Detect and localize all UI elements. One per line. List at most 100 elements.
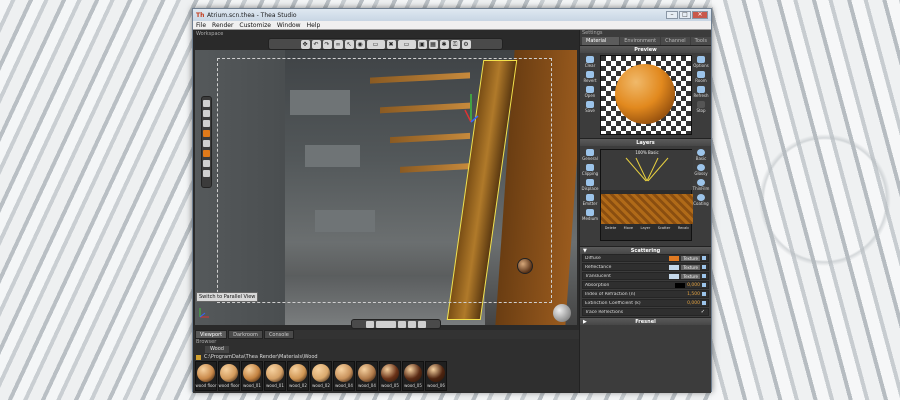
- tab-environment[interactable]: Environment: [620, 37, 661, 45]
- scattering-row[interactable]: Trace Reflections ✓: [582, 308, 709, 316]
- settings-icon[interactable]: ⚙: [461, 39, 471, 49]
- material-thumbnail[interactable]: wood floor: [218, 361, 240, 391]
- scattering-row[interactable]: Absorption 0,000: [582, 281, 709, 289]
- delete-icon[interactable]: ✖: [386, 39, 396, 49]
- transform-gizmo-icon[interactable]: [463, 90, 479, 126]
- render-selector[interactable]: ▭: [397, 39, 416, 49]
- open-button[interactable]: Open: [585, 86, 595, 99]
- menu-file[interactable]: File: [196, 22, 206, 29]
- menu-help[interactable]: Help: [307, 22, 321, 29]
- tab-console[interactable]: Console: [263, 330, 294, 339]
- paint-icon[interactable]: ◉: [355, 39, 365, 49]
- tool-render-icon[interactable]: [203, 150, 210, 157]
- thinfilm-button[interactable]: ThinFilm: [693, 179, 709, 192]
- tool-play-icon[interactable]: [203, 120, 210, 127]
- material-thumbnail[interactable]: wood_05: [379, 361, 401, 391]
- material-thumbnail[interactable]: wood_01: [241, 361, 263, 391]
- color-swatch[interactable]: [675, 282, 686, 288]
- menu-render[interactable]: Render: [212, 22, 233, 29]
- move-icon[interactable]: ✥: [300, 39, 310, 49]
- info-icon[interactable]: [408, 320, 416, 328]
- region-icon[interactable]: [366, 320, 374, 328]
- browser-tab-wood[interactable]: Wood: [205, 346, 229, 353]
- clear-button[interactable]: Clear: [585, 56, 595, 69]
- menu-customize[interactable]: Customize: [239, 22, 271, 29]
- navigation-sphere-icon[interactable]: [553, 304, 571, 322]
- value-field[interactable]: 0,000: [687, 283, 700, 288]
- fresnel-header[interactable]: ▶ Fresnel: [580, 317, 711, 325]
- material-thumbnail[interactable]: wood_04: [333, 361, 355, 391]
- save-button[interactable]: Save: [585, 101, 595, 114]
- material-thumbnail[interactable]: wood_02: [310, 361, 332, 391]
- material-thumbnail[interactable]: wood_05: [402, 361, 424, 391]
- minimize-button[interactable]: –: [666, 11, 678, 19]
- tool-select-icon[interactable]: [203, 100, 210, 107]
- value-field[interactable]: 0,000: [687, 301, 700, 306]
- clipping-button[interactable]: Clipping: [582, 164, 598, 177]
- link-icon[interactable]: ∞: [333, 39, 343, 49]
- refresh-button[interactable]: Refresh: [693, 86, 709, 99]
- camera-icon[interactable]: ▣: [417, 39, 427, 49]
- coating-button[interactable]: Coating: [693, 194, 709, 207]
- recalc-button[interactable]: Recalc: [678, 226, 689, 230]
- texture-map-icon[interactable]: [702, 292, 706, 296]
- color-swatch[interactable]: [669, 255, 680, 261]
- glossy-button[interactable]: Glossy: [694, 164, 708, 177]
- undo-icon[interactable]: ↶: [311, 39, 321, 49]
- scattering-row[interactable]: Extinction Coefficient (k) 0,000: [582, 299, 709, 307]
- medium-button[interactable]: Medium: [582, 209, 598, 222]
- render-mode-toggle[interactable]: [376, 320, 396, 328]
- scatter-button[interactable]: Scatter: [658, 226, 671, 230]
- options-button[interactable]: Options: [693, 56, 709, 69]
- texture-button[interactable]: Texture: [681, 264, 700, 270]
- menu-window[interactable]: Window: [277, 22, 301, 29]
- light-icon[interactable]: ✱: [439, 39, 449, 49]
- color-swatch[interactable]: [669, 273, 680, 279]
- color-swatch[interactable]: [669, 264, 680, 270]
- material-thumbnail[interactable]: wood_06: [425, 361, 447, 391]
- texture-map-icon[interactable]: [702, 265, 706, 269]
- scattering-row[interactable]: Reflectance Texture: [582, 263, 709, 271]
- tool-refresh-icon[interactable]: [203, 170, 210, 177]
- layer-stack[interactable]: 100% Basic Delete Move Layer Scatter Rec…: [600, 149, 693, 241]
- checkbox[interactable]: ✓: [701, 309, 705, 315]
- texture-map-icon[interactable]: [702, 301, 706, 305]
- layers-header[interactable]: Layers: [580, 138, 711, 146]
- material-thumbnail[interactable]: wood_01: [264, 361, 286, 391]
- preview-header[interactable]: Preview: [580, 45, 711, 53]
- texture-map-icon[interactable]: [702, 274, 706, 278]
- 3d-scene[interactable]: [195, 50, 577, 325]
- scattering-header[interactable]: ▼ Scattering: [580, 246, 711, 254]
- displace-button[interactable]: Displace: [581, 179, 599, 192]
- scattering-row[interactable]: Translucent Texture: [582, 272, 709, 280]
- tool-stop-icon[interactable]: [203, 130, 210, 137]
- basic-button[interactable]: Basic: [696, 149, 706, 162]
- tab-channel[interactable]: Channel: [661, 37, 690, 45]
- room-button[interactable]: Room: [695, 71, 707, 84]
- lock-icon[interactable]: ⚿: [450, 39, 460, 49]
- material-thumbnail[interactable]: wood floor: [195, 361, 217, 391]
- scattering-row[interactable]: Index of Refraction (n) 1,500: [582, 290, 709, 298]
- tab-darkroom[interactable]: Darkroom: [228, 330, 263, 339]
- material-sphere[interactable]: [517, 258, 533, 274]
- add-layer-button[interactable]: Layer: [641, 226, 651, 230]
- tab-viewport[interactable]: Viewport: [195, 330, 228, 339]
- general-button[interactable]: General: [582, 149, 598, 162]
- scattering-row[interactable]: Diffuse Texture: [582, 254, 709, 262]
- revert-button[interactable]: Revert: [583, 71, 597, 84]
- value-field[interactable]: 1,500: [687, 292, 700, 297]
- tab-tools[interactable]: Tools: [690, 37, 711, 45]
- maximize-button[interactable]: □: [679, 11, 691, 19]
- mode-selector[interactable]: ▭: [366, 39, 385, 49]
- folder-icon[interactable]: [196, 354, 201, 360]
- texture-map-icon[interactable]: [702, 283, 706, 287]
- redo-icon[interactable]: ↷: [322, 39, 332, 49]
- select-icon[interactable]: ↖: [344, 39, 354, 49]
- emitter-button[interactable]: Emitter: [583, 194, 597, 207]
- texture-map-icon[interactable]: [702, 256, 706, 260]
- move-layer-button[interactable]: Move: [624, 226, 633, 230]
- texture-button[interactable]: Texture: [681, 255, 700, 261]
- wood-texture-layer[interactable]: [601, 194, 693, 224]
- tab-material-lab[interactable]: Material Lab: [582, 37, 620, 52]
- texture-button[interactable]: Texture: [681, 273, 700, 279]
